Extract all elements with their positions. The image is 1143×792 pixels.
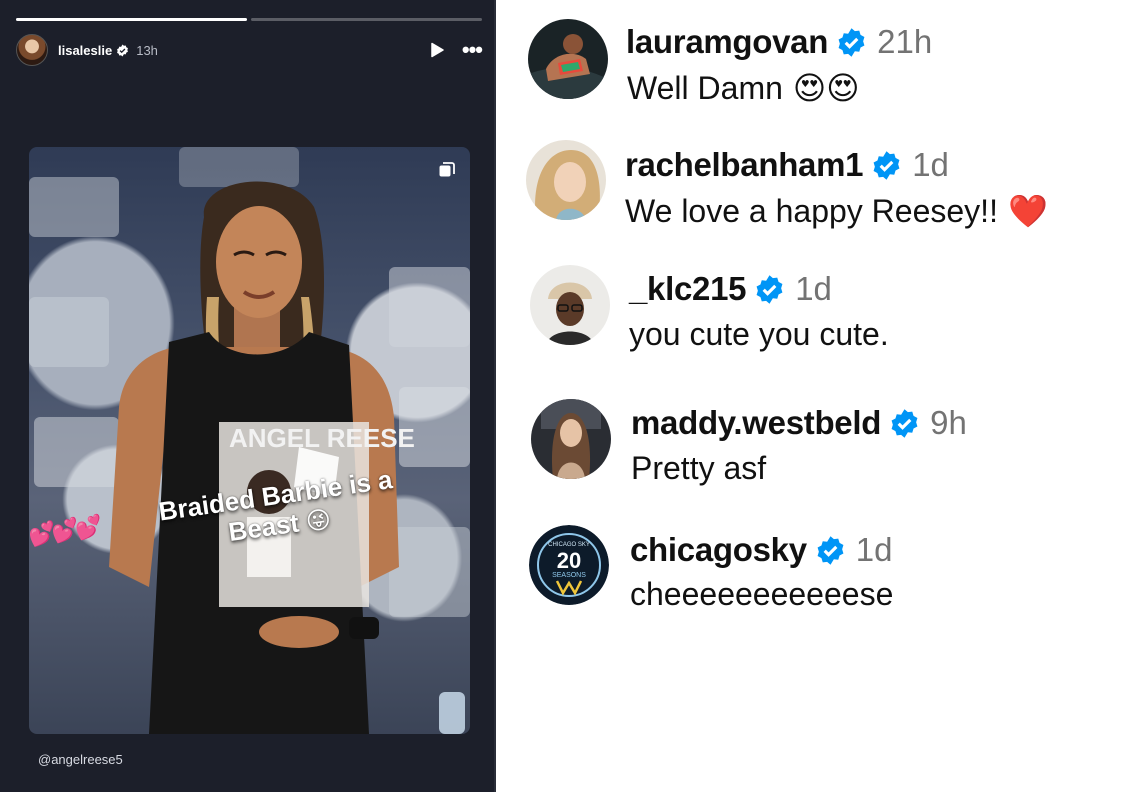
avatar[interactable] bbox=[528, 19, 608, 99]
comment-username[interactable]: rachelbanham1 bbox=[625, 146, 864, 184]
story-timestamp: 13h bbox=[136, 42, 158, 58]
comment-header: rachelbanham1 1d bbox=[625, 145, 949, 185]
comment-timestamp: 1d bbox=[912, 146, 949, 183]
comment-text: you cute you cute. bbox=[629, 316, 889, 352]
comment-timestamp: 21h bbox=[877, 23, 933, 60]
comment-item: _klc215 1d you cute you cute. bbox=[496, 261, 1136, 371]
heart-eyes-emoji: 😍😍 bbox=[792, 70, 860, 106]
avatar[interactable] bbox=[531, 399, 611, 479]
story-photo: ANGEL REESE bbox=[29, 147, 470, 734]
comment-header: lauramgovan 21h bbox=[626, 22, 932, 62]
avatar[interactable]: CHICAGO SKY 20 SEASONS bbox=[529, 525, 609, 605]
comment-list: lauramgovan 21h Well Damn 😍😍 rachelbanha… bbox=[496, 0, 1143, 792]
avatar-image bbox=[528, 19, 608, 99]
story-progress-fill bbox=[16, 18, 247, 21]
shirt-print-text: ANGEL REESE bbox=[229, 423, 415, 453]
logo-label: SEASONS bbox=[552, 572, 586, 579]
story-progress bbox=[16, 18, 482, 21]
comment-header: maddy.westbeld 9h bbox=[631, 403, 967, 443]
comment-item: CHICAGO SKY 20 SEASONS chicagosky 1d che… bbox=[496, 521, 1136, 631]
multi-image-icon bbox=[439, 162, 455, 177]
comment-body: We love a happy Reesey!! ❤️ bbox=[625, 192, 1048, 230]
comment-username[interactable]: chicagosky bbox=[630, 531, 807, 569]
comment-timestamp: 1d bbox=[795, 270, 832, 307]
winking-tongue-emoji: 😜 bbox=[304, 506, 333, 537]
verified-badge-icon bbox=[891, 408, 918, 438]
comment-body: Pretty asf bbox=[631, 450, 766, 487]
team-logo: CHICAGO SKY 20 SEASONS bbox=[529, 525, 609, 605]
story-header: lisaleslie 13h ••• bbox=[16, 33, 483, 67]
avatar-image bbox=[526, 140, 606, 220]
story-controls: ••• bbox=[430, 39, 483, 61]
avatar-image bbox=[530, 265, 610, 345]
verified-badge-icon bbox=[117, 44, 129, 56]
comment-item: rachelbanham1 1d We love a happy Reesey!… bbox=[496, 137, 1136, 247]
verified-badge-icon bbox=[873, 150, 900, 180]
comment-text: cheeeeeeeeeeese bbox=[630, 576, 894, 612]
athlete-image: ANGEL REESE bbox=[29, 147, 470, 734]
comment-username[interactable]: maddy.westbeld bbox=[631, 404, 881, 442]
comment-header: chicagosky 1d bbox=[630, 530, 892, 570]
red-heart-emoji: ❤️ bbox=[1007, 193, 1048, 229]
comment-text: Well Damn bbox=[627, 69, 783, 106]
story-viewer: lisaleslie 13h ••• ANGEL REESE 💕💕💕 Braid… bbox=[0, 0, 496, 792]
avatar[interactable] bbox=[526, 140, 606, 220]
comment-body: you cute you cute. bbox=[629, 316, 889, 353]
comment-item: lauramgovan 21h Well Damn 😍😍 bbox=[496, 15, 1136, 125]
comment-timestamp: 1d bbox=[855, 531, 893, 568]
comment-username[interactable]: lauramgovan bbox=[626, 23, 828, 61]
verified-badge-icon bbox=[756, 274, 783, 304]
story-author-avatar[interactable] bbox=[16, 34, 48, 66]
more-options-icon[interactable]: ••• bbox=[462, 39, 483, 61]
comment-body: Well Damn 😍😍 bbox=[627, 69, 860, 107]
story-progress-segment bbox=[251, 18, 482, 21]
comment-text: Pretty asf bbox=[631, 450, 767, 486]
story-progress-segment bbox=[16, 18, 247, 21]
logo-number: 20 bbox=[557, 548, 581, 573]
play-icon[interactable] bbox=[430, 42, 444, 58]
verified-badge-icon bbox=[838, 27, 865, 57]
verified-badge-icon bbox=[817, 535, 844, 565]
comment-timestamp: 9h bbox=[930, 404, 967, 441]
avatar[interactable] bbox=[530, 265, 610, 345]
hearts-sticker: 💕💕💕 bbox=[26, 513, 100, 548]
story-mention[interactable]: @angelreese5 bbox=[38, 752, 123, 767]
comment-header: _klc215 1d bbox=[629, 269, 832, 309]
comment-username[interactable]: _klc215 bbox=[629, 270, 746, 308]
avatar-image bbox=[531, 399, 611, 479]
comment-body: cheeeeeeeeeeese bbox=[630, 576, 893, 613]
comment-text: We love a happy Reesey!! bbox=[625, 192, 998, 229]
story-author-username[interactable]: lisaleslie bbox=[58, 43, 112, 58]
comment-item: maddy.westbeld 9h Pretty asf bbox=[496, 395, 1136, 505]
